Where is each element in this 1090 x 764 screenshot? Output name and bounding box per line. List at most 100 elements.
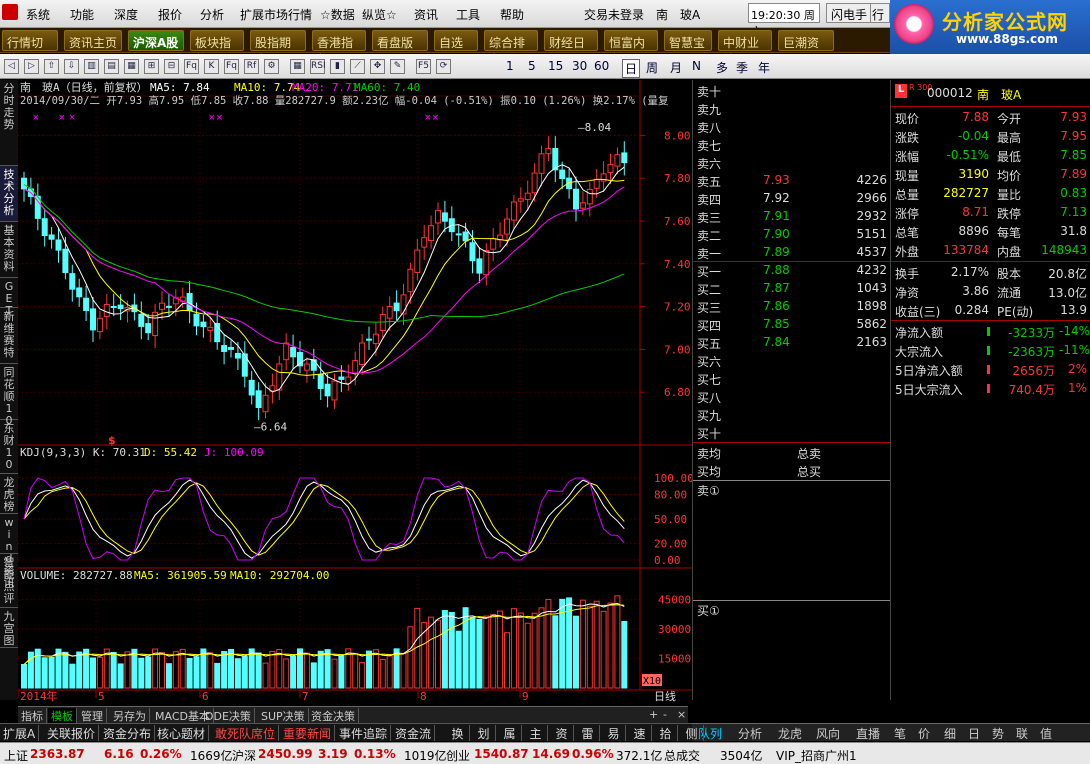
function-tab-1[interactable]: 关联报价 [44,725,100,741]
menu-system[interactable]: 系统 [26,6,50,23]
right-tab-7[interactable]: 细 [944,725,956,742]
close-button[interactable]: × [674,708,689,723]
left-tab-7[interactable]: 龙虎榜 [0,474,18,514]
down-icon[interactable]: ⇩ [64,59,79,74]
zoom-out-icon[interactable]: ⊟ [164,59,179,74]
market-tab-10[interactable]: 恒富内参 [604,30,658,67]
quick-icon-7[interactable]: 速 [628,725,652,741]
period-10[interactable]: 季 [736,59,748,76]
right-tab-9[interactable]: 势 [992,725,1004,742]
fq-icon[interactable]: Fq [184,59,199,74]
market-tab-12[interactable]: 中财业绩 [718,30,772,67]
function-tab-0[interactable]: 扩展A [0,725,40,741]
quick-icon-5[interactable]: 雷 [576,725,600,741]
flash-trade-button[interactable]: 闪电手 [826,3,873,23]
market-tab-6[interactable]: 看盘版面 [372,30,428,67]
rsi-icon[interactable]: RSI [310,59,326,74]
market-tab-8[interactable]: 综合排名 [484,30,538,67]
market-tab-2[interactable]: 沪深A股 [128,30,184,51]
stat-icon[interactable]: ▮ [330,59,345,74]
quick-icon-8[interactable]: 拾 [654,725,678,741]
period-11[interactable]: 年 [758,59,770,76]
right-tab-3[interactable]: 风向 [816,725,840,742]
menu-extended-market[interactable]: 扩展市场行情 [240,6,312,23]
period-4[interactable]: 60 [594,59,609,73]
quick-icon-3[interactable]: 主 [524,725,548,741]
period-5[interactable]: 日 [622,59,641,78]
pen-icon[interactable]: ✎ [390,59,405,74]
indicator-tab-3[interactable]: 另存为 [110,708,150,723]
period-7[interactable]: 月 [670,59,682,76]
menu-function[interactable]: 功能 [70,6,94,23]
menu-tools[interactable]: 工具 [456,6,480,23]
vip-account[interactable]: VIP_招商广州1 [776,747,857,764]
market-tab-4[interactable]: 股指期货 [250,30,306,67]
function-tab-5[interactable]: 重要新闻 [280,725,336,741]
right-tab-10[interactable]: 联 [1016,725,1028,742]
menu-help[interactable]: 帮助 [500,6,524,23]
menu-analysis[interactable]: 分析 [200,6,224,23]
right-tab-4[interactable]: 直播 [856,725,880,742]
left-tab-3[interactable]: GET [0,278,18,317]
quick-icon-4[interactable]: 资 [550,725,574,741]
market-tab-1[interactable]: 资讯主页 [64,30,122,51]
indicator-tab-7[interactable]: 资金决策 [308,708,359,723]
left-tab-0[interactable]: 分时走势 [0,80,18,166]
left-tab-6[interactable]: 东财10 [0,420,18,474]
bar-icon[interactable]: ▤ [104,59,119,74]
function-tab-7[interactable]: 资金流 [392,725,436,741]
quick-icon-0[interactable]: 换 [446,725,470,741]
right-tab-11[interactable]: 值 [1040,725,1052,742]
function-tab-2[interactable]: 资金分布 [100,725,156,741]
indicator-tab-5[interactable]: DDE决策 [202,708,255,723]
drawline-icon[interactable]: ⟋ [350,59,365,74]
market-tab-9[interactable]: 财经日历 [544,30,598,67]
right-tab-8[interactable]: 日 [968,725,980,742]
add-button[interactable]: + [646,708,661,723]
quick-icon-6[interactable]: 易 [602,725,626,741]
left-tab-9[interactable]: 智能点评 [0,554,18,608]
function-tab-6[interactable]: 事件追踪 [336,725,392,741]
rf-icon[interactable]: Rf [244,59,259,74]
period-1[interactable]: 5 [528,59,536,73]
function-tab-4[interactable]: 敢死队席位 [212,725,280,741]
right-tab-6[interactable]: 价 [918,725,930,742]
market-tab-3[interactable]: 板块指数 [190,30,244,67]
indicator-tab-1[interactable]: 模板 [48,708,77,723]
period-9[interactable]: 多 [716,59,728,76]
login-status[interactable]: 交易未登录 [584,6,644,23]
period-3[interactable]: 30 [572,59,587,73]
right-tab-2[interactable]: 龙虎 [778,725,802,742]
quick-icon-9[interactable]: 侧 [680,725,704,741]
f5-icon[interactable]: F5 [416,59,431,74]
market-tab-0[interactable]: 行情切换 [2,30,58,67]
left-tab-5[interactable]: 同花顺10 [0,364,18,427]
market-tab-7[interactable]: 自选股 [434,30,478,67]
market-tab-5[interactable]: 香港指数 [312,30,366,67]
up-icon[interactable]: ⇧ [44,59,59,74]
left-tab-2[interactable]: 基本资料 [0,222,18,278]
menu-quote[interactable]: 报价 [158,6,182,23]
menu-overview[interactable]: 纵览☆ [362,6,397,23]
right-tab-5[interactable]: 笔 [894,725,906,742]
k-icon[interactable]: K [204,59,219,74]
menu-data[interactable]: ☆数据 [320,6,355,23]
back-icon[interactable]: ◁ [4,59,19,74]
market-tab-13[interactable]: 巨潮资讯 [778,30,834,67]
move-icon[interactable]: ✥ [370,59,385,74]
left-tab-10[interactable]: 九宫图 [0,608,18,648]
menu-depth[interactable]: 深度 [114,6,138,23]
settings-icon[interactable]: ⚙ [264,59,279,74]
indicator-tab-6[interactable]: SUP决策 [258,708,309,723]
quick-icon-1[interactable]: 划 [472,725,496,741]
kline-chart-area[interactable]: 南 玻A（日线，前复权） MA5: 7.84 MA10: 7.74MA20: 7.7… [18,80,692,706]
market-tab-11[interactable]: 智慧宝 [664,30,712,51]
quote-button[interactable]: 行 [870,3,890,23]
left-tab-4[interactable]: 新维赛特 [0,308,18,364]
period-6[interactable]: 周 [646,59,658,76]
indicator-icon[interactable]: ▦ [290,59,305,74]
right-tab-1[interactable]: 分析 [738,725,762,742]
function-tab-3[interactable]: 核心题材 [154,725,210,741]
remove-button[interactable]: - [660,708,670,723]
forward-icon[interactable]: ▷ [24,59,39,74]
